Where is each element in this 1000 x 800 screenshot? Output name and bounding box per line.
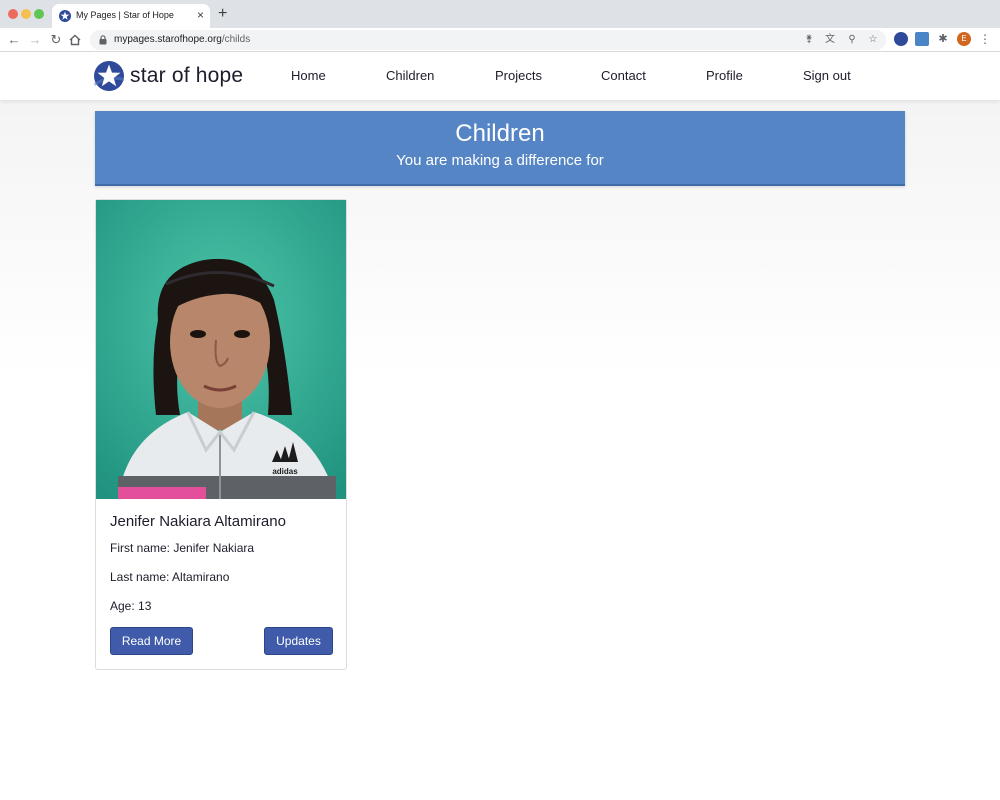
site-header: star of hope Home Children Projects Cont… [0, 52, 1000, 100]
child-full-name: Jenifer Nakiara Altamirano [110, 513, 286, 530]
updates-button[interactable]: Updates [264, 627, 333, 655]
page-banner: Children You are making a difference for [95, 111, 905, 186]
star-logo-icon [94, 61, 124, 91]
tab-close-icon[interactable]: × [197, 8, 204, 22]
zoom-icon[interactable]: ⚲ [845, 33, 859, 47]
nav-sign-out[interactable]: Sign out [803, 68, 851, 83]
logo-text: star of hope [130, 64, 244, 87]
new-tab-button[interactable]: + [218, 5, 227, 23]
home-icon[interactable] [69, 34, 81, 46]
child-photo: adidas [96, 200, 346, 499]
maximize-window-button[interactable] [34, 9, 44, 19]
browser-toolbar: ← → ↻ mypages.starofhope.org/childs ⚵ 文 … [0, 28, 1000, 52]
star-of-hope-favicon-icon [59, 10, 71, 22]
menu-icon[interactable]: ⋮ [978, 32, 992, 46]
extension-icon[interactable]: ✱ [936, 32, 950, 46]
star-of-hope-extension-icon[interactable] [894, 32, 908, 46]
nav-profile[interactable]: Profile [706, 68, 743, 83]
minimize-window-button[interactable] [21, 9, 31, 19]
close-window-button[interactable] [8, 9, 18, 19]
bookmark-star-icon[interactable]: ☆ [866, 33, 880, 47]
forward-arrow-icon[interactable]: → [26, 31, 44, 49]
child-first-name: First name: Jenifer Nakiara [110, 541, 255, 555]
translate-icon[interactable]: 文 [823, 33, 837, 47]
profile-avatar[interactable]: E [957, 32, 971, 46]
nav-projects[interactable]: Projects [495, 68, 542, 83]
browser-tabstrip: My Pages | Star of Hope × + [0, 0, 1000, 28]
screenshot-extension-icon[interactable] [915, 32, 929, 46]
nav-children[interactable]: Children [386, 68, 434, 83]
reload-icon[interactable]: ↻ [47, 31, 65, 49]
child-age: Age: 13 [110, 599, 152, 613]
tab-title: My Pages | Star of Hope [76, 10, 174, 20]
browser-tab[interactable]: My Pages | Star of Hope × [52, 4, 210, 28]
child-last-name: Last name: Altamirano [110, 570, 230, 584]
url-text: mypages.starofhope.org/childs [114, 34, 251, 45]
site-logo[interactable]: star of hope [94, 60, 243, 92]
lock-icon [99, 35, 107, 45]
address-bar[interactable]: mypages.starofhope.org/childs ⚵ 文 ⚲ ☆ [90, 30, 886, 50]
read-more-button[interactable]: Read More [110, 627, 193, 655]
nav-home[interactable]: Home [291, 68, 326, 83]
svg-text:adidas: adidas [272, 467, 298, 476]
nav-contact[interactable]: Contact [601, 68, 646, 83]
key-icon[interactable]: ⚵ [802, 33, 816, 47]
back-arrow-icon[interactable]: ← [5, 31, 23, 49]
page-content: Children You are making a difference for [0, 100, 1000, 800]
child-card: adidas Jenifer Nakiara Altamirano First … [95, 199, 347, 670]
page-subtitle: You are making a difference for [396, 152, 604, 169]
page-title: Children [455, 120, 545, 147]
